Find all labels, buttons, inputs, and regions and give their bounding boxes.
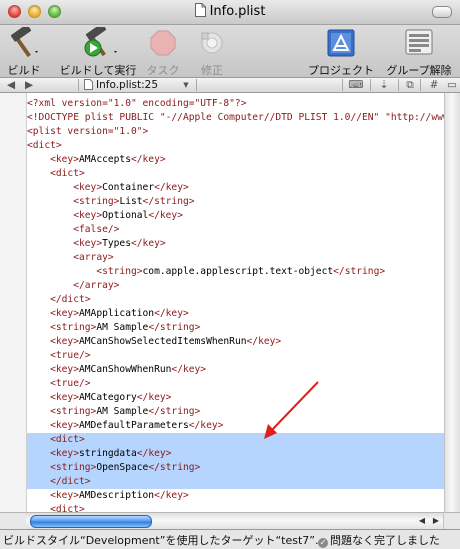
project-label: プロジェクト [308,64,374,77]
code-line[interactable]: <string>AM Sample</string> [27,405,444,419]
code-line[interactable]: <key>Container</key> [27,181,444,195]
file-popup-chevron-icon: ▼ [183,81,189,89]
code-line[interactable]: <true/> [27,377,444,391]
build-and-run-button[interactable]: ビルドして実行 [58,27,138,78]
code-line[interactable]: <plist version="1.0"> [27,125,444,139]
code-line[interactable]: <false/> [27,223,444,237]
scroll-right-icon[interactable]: ▶ [430,515,442,527]
status-result: ✓ 問題なく完了しました [318,532,440,548]
horizontal-scroll-thumb[interactable] [30,515,152,528]
build-label: ビルド [7,64,41,77]
code-line[interactable]: <key>AMCanShowSelectedItemsWhenRun</key> [27,335,444,349]
code-line[interactable]: <dict> [27,433,444,447]
build-and-run-icon [84,27,117,57]
task-label: タスク [146,64,180,77]
ungroup-label: グループ解除 [386,64,452,77]
toolbar: ビルド ビルドして実行 タスク 修正 プロジェクト グループ解除 [0,25,460,78]
file-name: Info.plist:25 [96,79,159,91]
file-popup[interactable]: Info.plist:25 [96,78,184,92]
code-line[interactable]: </dict> [27,475,444,489]
code-line[interactable]: <key>AMDescription</key> [27,489,444,503]
code-line[interactable]: <key>AMApplication</key> [27,307,444,321]
stop-icon [150,30,176,56]
forward-arrow-icon[interactable]: ▶ [22,78,36,92]
code-line[interactable]: <dict> [27,139,444,153]
status-bar: ビルドスタイル“Development”を使用したターゲット“test7”… ✓… [0,529,460,549]
code-line[interactable]: <string>com.apple.applescript.text-objec… [27,265,444,279]
fix-icon [201,32,223,54]
back-arrow-icon[interactable]: ◀ [4,78,18,92]
horizontal-scrollbar[interactable]: ◀ ▶ [26,512,444,529]
includes-icon[interactable]: # [424,78,444,92]
code-line[interactable]: <!DOCTYPE plist PUBLIC "-//Apple Compute… [27,111,444,125]
code-line[interactable]: <dict> [27,167,444,181]
code-line[interactable]: <string>AM Sample</string> [27,321,444,335]
vertical-scrollbar[interactable] [444,93,460,512]
status-message: ビルドスタイル“Development”を使用したターゲット“test7”… [3,534,326,547]
code-line[interactable]: <key>stringdata</key> [27,447,444,461]
code-line[interactable]: <true/> [27,349,444,363]
code-line[interactable]: <dict> [27,503,444,512]
build-button[interactable]: ビルド [6,27,42,78]
ungroup-button[interactable]: グループ解除 [384,27,454,78]
code-editor[interactable]: <?xml version="1.0" encoding="UTF-8"?> <!… [0,93,460,512]
document-icon [194,3,206,17]
code-line[interactable]: </dict> [27,293,444,307]
hammer-icon [10,27,38,58]
navigation-bar: ◀ ▶ Info.plist:25 ▼ ⌨ ⇣ ⧉ # ▭ [0,78,460,93]
code-line[interactable]: <key>AMAccepts</key> [27,153,444,167]
code-line[interactable]: <string>OpenSpace</string> [27,461,444,475]
code-line[interactable]: <key>Types</key> [27,237,444,251]
title-bar: Info.plist [0,0,460,25]
code-line[interactable]: <key>AMDefaultParameters</key> [27,419,444,433]
code-line[interactable]: <key>AMCategory</key> [27,391,444,405]
project-button[interactable]: プロジェクト [306,27,376,78]
editor-gutter[interactable] [0,93,27,512]
file-icon [82,78,94,92]
fix-button[interactable]: 修正 [194,27,230,78]
code-text-area[interactable]: <?xml version="1.0" encoding="UTF-8"?> <!… [27,93,444,512]
toolbar-toggle-button[interactable] [432,6,452,18]
build-run-label: ビルドして実行 [59,64,137,77]
window-title-area: Info.plist [0,3,460,19]
window-title: Info.plist [209,4,266,19]
code-line[interactable]: <key>Optional</key> [27,209,444,223]
scroll-left-icon[interactable]: ◀ [416,515,428,527]
counterpart-icon[interactable]: ⧉ [402,78,418,92]
fix-label: 修正 [201,64,223,77]
checkmark-icon: ✓ [318,538,328,548]
code-line[interactable]: <?xml version="1.0" encoding="UTF-8"?> [27,97,444,111]
code-line[interactable]: <key>AMCanShowWhenRun</key> [27,363,444,377]
code-line[interactable]: </array> [27,279,444,293]
bookmarks-icon[interactable]: ⌨ [346,78,366,92]
status-result-text: 問題なく完了しました [330,534,440,547]
ungroup-icon [405,29,433,55]
task-button[interactable]: タスク [146,27,180,78]
xcode-window: Info.plist ビルド ビルドして実行 タスク 修正 プロジェクト グルー… [0,0,460,549]
resize-corner[interactable] [443,512,460,529]
code-line[interactable]: <string>List</string> [27,195,444,209]
code-line[interactable]: <array> [27,251,444,265]
split-view-icon[interactable]: ▭ [446,78,458,92]
project-icon [327,29,355,57]
breakpoints-icon[interactable]: ⇣ [374,78,394,92]
